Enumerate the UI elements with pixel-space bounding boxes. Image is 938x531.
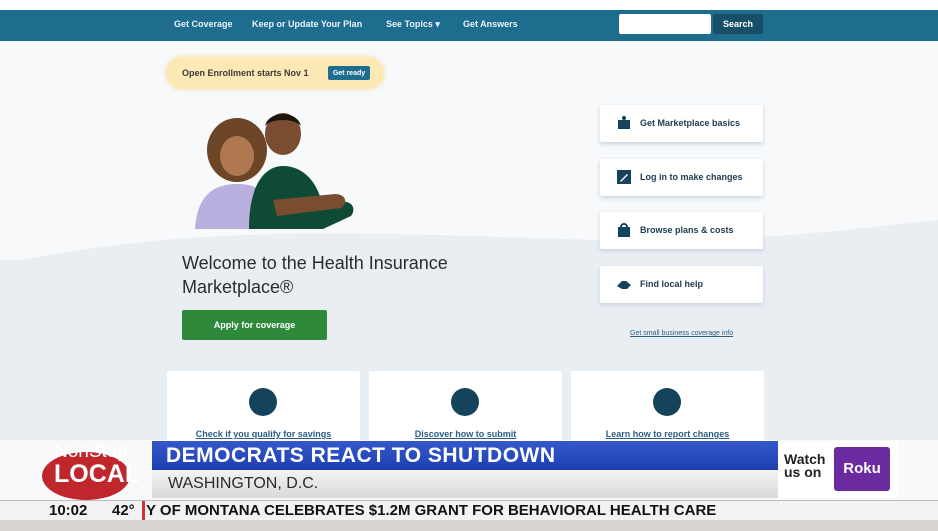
headline-bar: DEMOCRATS REACT TO SHUTDOWN xyxy=(152,441,778,470)
logo-line-2: LOCAL xyxy=(54,460,140,488)
news-crawl: 10:02 42° Y OF MONTANA CELEBRATES $1.2M … xyxy=(0,500,938,521)
open-enrollment-banner: Open Enrollment starts Nov 1 Get ready xyxy=(166,57,384,89)
temperature: 42° xyxy=(112,502,135,519)
search-input[interactable] xyxy=(619,14,711,34)
nav-get-answers[interactable]: Get Answers xyxy=(463,19,518,29)
search-button[interactable]: Search xyxy=(713,14,763,34)
card-label: Learn how to report changes xyxy=(605,429,730,439)
card-report-changes[interactable]: Learn how to report changes xyxy=(571,371,764,441)
welcome-line-2: Marketplace® xyxy=(182,277,294,297)
nonstop-local-logo: NonStop LOCAL xyxy=(42,441,140,500)
watch-line-2: us on xyxy=(784,464,822,480)
clock-time: 10:02 xyxy=(49,502,88,519)
side-link-label: Log in to make changes xyxy=(640,172,743,182)
pencil-icon xyxy=(617,170,631,184)
document-icon xyxy=(451,388,479,416)
watch-on-roku-box: Watch us on Roku xyxy=(778,441,898,498)
card-label: Check if you qualify for savings xyxy=(195,429,332,439)
side-link-find-local-help[interactable]: Find local help xyxy=(600,266,763,303)
side-link-label: Find local help xyxy=(640,279,704,289)
headline-text: DEMOCRATS REACT TO SHUTDOWN xyxy=(166,444,556,467)
get-ready-button[interactable]: Get ready xyxy=(328,66,370,80)
location-text: WASHINGTON, D.C. xyxy=(168,475,319,492)
side-link-log-in[interactable]: Log in to make changes xyxy=(600,159,763,196)
top-strip xyxy=(0,0,938,10)
crawl-message: Y OF MONTANA CELEBRATES $1.2M GRANT FOR … xyxy=(146,502,717,519)
nav-see-topics[interactable]: See Topics ▾ xyxy=(386,19,440,30)
card-label: Discover how to submit xyxy=(414,429,517,439)
small-business-link[interactable]: Get small business coverage info xyxy=(630,330,733,337)
nav-get-coverage[interactable]: Get Coverage xyxy=(174,19,233,29)
banner-text: Open Enrollment starts Nov 1 xyxy=(182,68,309,78)
clipboard-icon xyxy=(653,388,681,416)
nav-see-topics-label: See Topics xyxy=(386,19,433,29)
card-discover-submit[interactable]: Discover how to submit xyxy=(369,371,562,441)
side-link-label: Browse plans & costs xyxy=(640,225,734,235)
location-bar: WASHINGTON, D.C. xyxy=(152,470,778,498)
chevron-down-icon: ▾ xyxy=(435,19,440,29)
card-check-savings[interactable]: Check if you qualify for savings xyxy=(167,371,360,441)
roku-logo: Roku xyxy=(834,447,890,491)
bottom-strip xyxy=(0,520,938,531)
bag-icon xyxy=(618,223,630,237)
hero-people-image xyxy=(195,113,354,229)
side-link-marketplace-basics[interactable]: Get Marketplace basics xyxy=(600,105,763,142)
nav-keep-update-plan[interactable]: Keep or Update Your Plan xyxy=(252,19,362,29)
watch-us-on-text: Watch us on xyxy=(784,452,825,480)
handshake-icon xyxy=(617,281,631,289)
welcome-line-1: Welcome to the Health Insurance xyxy=(182,253,448,273)
money-icon xyxy=(249,388,277,416)
apply-for-coverage-button[interactable]: Apply for coverage xyxy=(182,310,327,340)
main-navbar: Get Coverage Keep or Update Your Plan Se… xyxy=(0,10,938,41)
crawl-separator xyxy=(142,501,145,521)
welcome-heading: Welcome to the Health Insurance Marketpl… xyxy=(182,251,502,299)
book-icon xyxy=(618,116,630,129)
side-link-browse-plans[interactable]: Browse plans & costs xyxy=(600,212,763,249)
logo-line-1: NonStop xyxy=(54,441,128,462)
side-link-label: Get Marketplace basics xyxy=(640,118,741,128)
